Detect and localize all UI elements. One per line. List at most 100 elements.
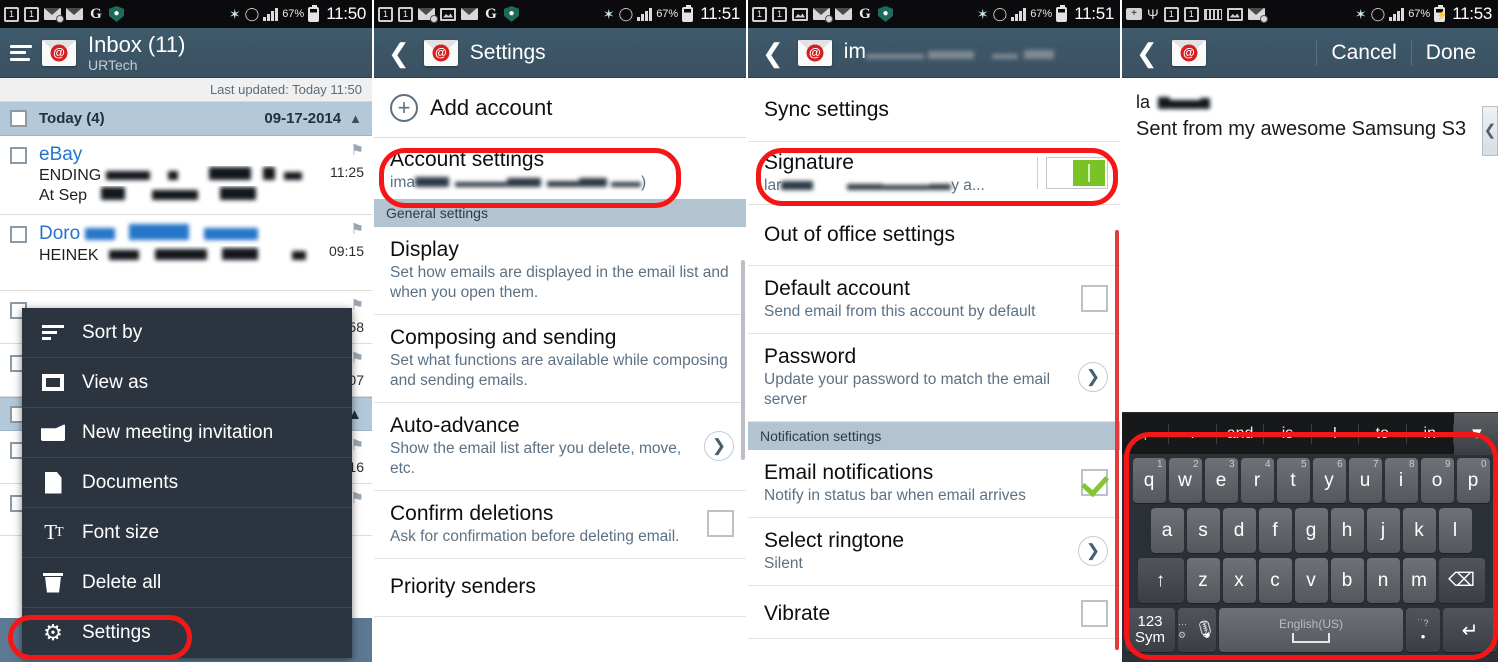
signature-text-area[interactable]: la Sent from my awesome Samsung S3 ❮ [1122, 78, 1498, 370]
vibrate-checkbox[interactable] [1081, 600, 1108, 628]
scrollbar[interactable] [1115, 230, 1119, 650]
add-account-row[interactable]: + Add account [374, 78, 746, 138]
key-l[interactable]: l [1438, 508, 1472, 553]
settings-row-password[interactable]: Password Update your password to match t… [748, 334, 1120, 423]
row-checkbox[interactable] [10, 147, 27, 164]
key-p[interactable]: 0p [1456, 458, 1490, 503]
key-v[interactable]: v [1294, 558, 1328, 603]
menu-hamburger-icon[interactable] [10, 41, 32, 64]
key-o[interactable]: 9o [1420, 458, 1454, 503]
flag-icon[interactable]: ⚑ [351, 351, 364, 366]
overflow-menu: Sort by View as New meeting invitation D… [22, 308, 352, 658]
suggestion-5[interactable]: to [1359, 423, 1407, 444]
flag-icon[interactable]: ⚑ [351, 298, 364, 313]
key-j[interactable]: j [1366, 508, 1400, 553]
email-blocked-icon [1247, 8, 1268, 23]
cancel-button[interactable]: Cancel [1319, 41, 1408, 65]
back-icon[interactable]: ❮ [384, 40, 414, 66]
menu-item-documents[interactable]: Documents [22, 458, 352, 508]
suggestion-2[interactable]: and [1217, 423, 1265, 444]
sim1-icon: 1 [4, 6, 19, 22]
key-s[interactable]: s [1186, 508, 1220, 553]
chevron-right-icon[interactable]: ❯ [1078, 361, 1108, 392]
menu-item-settings[interactable]: ⚙ Settings [22, 608, 352, 658]
key-a[interactable]: a [1150, 508, 1184, 553]
key-n[interactable]: n [1366, 558, 1400, 603]
date-group-header[interactable]: Today (4) 09-17-2014 ▲ [0, 102, 372, 136]
settings-row-email-notifications[interactable]: Email notifications Notify in status bar… [748, 450, 1120, 519]
back-icon[interactable]: ❮ [1132, 40, 1162, 66]
suggestion-0[interactable]: , [1122, 423, 1170, 444]
menu-item-new-meeting-invitation[interactable]: New meeting invitation [22, 408, 352, 458]
key-r[interactable]: 4r [1240, 458, 1274, 503]
google-icon: G [90, 6, 102, 22]
key-g[interactable]: g [1294, 508, 1328, 553]
chevron-right-icon[interactable]: ❯ [1078, 535, 1108, 566]
row-text: Display Set how emails are displayed in … [390, 236, 734, 303]
list-item[interactable]: Doro HEINEK ⚑ 09:15 [0, 215, 372, 292]
key-f[interactable]: f [1258, 508, 1292, 553]
settings-row-display[interactable]: Display Set how emails are displayed in … [374, 227, 746, 316]
key-m[interactable]: m [1402, 558, 1436, 603]
settings-row-priority-senders[interactable]: Priority senders [374, 559, 746, 618]
key-q[interactable]: 1q [1132, 458, 1166, 503]
key-t[interactable]: 5t [1276, 458, 1310, 503]
key-c[interactable]: c [1258, 558, 1292, 603]
key-d[interactable]: d [1222, 508, 1256, 553]
settings-row-confirm-deletions[interactable]: Confirm deletions Ask for confirmation b… [374, 491, 746, 560]
suggestion-3[interactable]: is [1264, 423, 1312, 444]
key-w[interactable]: 2w [1168, 458, 1202, 503]
settings-row-composing-and-sending[interactable]: Composing and sending Set what functions… [374, 315, 746, 404]
default-account-checkbox[interactable] [1081, 285, 1108, 313]
flag-icon[interactable]: ⚑ [351, 438, 364, 453]
key-e[interactable]: 3e [1204, 458, 1238, 503]
status-icons-left: 1 1 G ● [752, 6, 893, 23]
key-k[interactable]: k [1402, 508, 1436, 553]
flag-icon[interactable]: ⚑ [351, 222, 364, 237]
microphone-key[interactable]: ⋯⚙ 🎙 [1178, 608, 1216, 652]
confirm-deletions-checkbox[interactable] [707, 510, 734, 538]
menu-item-font-size[interactable]: TT Font size [22, 508, 352, 558]
settings-row-auto-advance[interactable]: Auto-advance Show the email list after y… [374, 403, 746, 492]
settings-row-vibrate[interactable]: Vibrate [748, 586, 1120, 640]
shift-key[interactable]: ↑ [1137, 558, 1184, 603]
symbols-key[interactable]: 123 Sym [1125, 608, 1175, 652]
key-b[interactable]: b [1330, 558, 1364, 603]
suggestion-1[interactable]: . [1169, 423, 1217, 444]
key-i[interactable]: 8i [1384, 458, 1418, 503]
list-item[interactable]: eBay ENDING At Sep ⚑ 11:25 [0, 136, 372, 216]
chevron-down-icon[interactable]: ▾ [1453, 412, 1498, 455]
menu-item-view-as[interactable]: View as [22, 358, 352, 408]
email-notifications-checkbox[interactable] [1081, 469, 1108, 497]
period-key[interactable]: ˙˙? • [1406, 608, 1440, 652]
chevron-up-icon[interactable]: ▲ [349, 111, 362, 126]
scrollbar[interactable] [741, 260, 745, 460]
key-u[interactable]: 7u [1348, 458, 1382, 503]
flag-icon[interactable]: ⚑ [351, 143, 364, 158]
done-button[interactable]: Done [1414, 41, 1488, 65]
flag-icon[interactable]: ⚑ [351, 491, 364, 506]
suggestion-6[interactable]: in [1407, 423, 1454, 444]
scroll-handle[interactable]: ❮ [1482, 106, 1498, 156]
row-checkbox[interactable] [10, 226, 27, 244]
settings-row-sync-settings[interactable]: Sync settings [748, 78, 1120, 142]
suggestion-4[interactable]: I [1312, 423, 1360, 444]
menu-item-sort-by[interactable]: Sort by [22, 308, 352, 358]
group-select-checkbox[interactable] [10, 110, 27, 127]
settings-row-default-account[interactable]: Default account Send email from this acc… [748, 266, 1120, 335]
backspace-key[interactable]: ⌫ [1438, 558, 1485, 603]
menu-item-delete-all[interactable]: Delete all [22, 558, 352, 608]
enter-key[interactable]: ↵ [1443, 608, 1497, 652]
chevron-right-icon[interactable]: ❯ [704, 430, 734, 461]
signature-toggle[interactable] [1046, 156, 1108, 189]
key-x[interactable]: x [1222, 558, 1256, 603]
account-settings-row[interactable]: Account settings ima) [374, 138, 746, 200]
settings-row-out-of-office[interactable]: Out of office settings [748, 205, 1120, 267]
key-h[interactable]: h [1330, 508, 1364, 553]
space-key[interactable]: English(US) [1219, 608, 1403, 652]
key-z[interactable]: z [1186, 558, 1220, 603]
back-icon[interactable]: ❮ [758, 40, 788, 66]
settings-row-signature[interactable]: Signature lar y a... [748, 142, 1120, 206]
key-y[interactable]: 6y [1312, 458, 1346, 503]
settings-row-select-ringtone[interactable]: Select ringtone Silent ❯ [748, 518, 1120, 587]
